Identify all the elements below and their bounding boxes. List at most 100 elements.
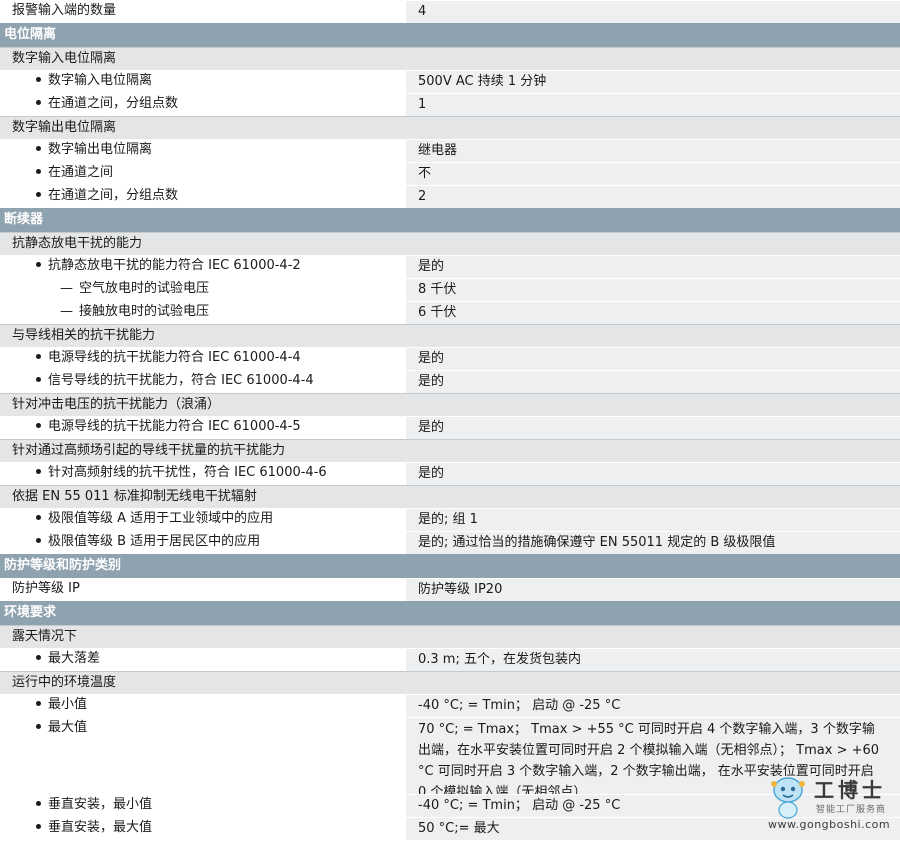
spec-label: 数字输出电位隔离 [0,139,406,162]
spec-label: 垂直安装，最小值 [0,794,406,817]
spec-label-text: 依据 EN 55 011 标准抑制无线电干扰辐射 [12,489,257,504]
spec-row: — 空气放电时的试验电压 8 千伏 [0,278,900,301]
subsection-header: 针对通过高频场引起的导线干扰量的抗干扰能力 [0,439,900,462]
spec-label: 运行中的环境温度 [0,672,406,694]
spec-row: 电源导线的抗干扰能力符合 IEC 61000-4-5 是的 [0,416,900,439]
spec-row: — 接触放电时的试验电压 6 千伏 [0,301,900,324]
bullet-icon [36,655,41,660]
spec-label: 极限值等级 A 适用于工业领域中的应用 [0,508,406,531]
subsection-header: 数字输入电位隔离 [0,47,900,70]
spec-label-text: 极限值等级 B 适用于居民区中的应用 [48,534,261,549]
section-header: 断续器 [0,208,900,232]
spec-label: 露天情况下 [0,626,406,648]
spec-label-text: 电位隔离 [4,27,57,42]
subsection-header: 与导线相关的抗干扰能力 [0,324,900,347]
spec-label-text: 抗静态放电干扰的能力符合 IEC 61000-4-2 [48,258,301,273]
bullet-icon [36,377,41,382]
spec-label: 数字输出电位隔离 [0,117,406,139]
spec-label: 极限值等级 B 适用于居民区中的应用 [0,531,406,554]
spec-value: 是的; 组 1 [406,508,900,531]
bullet-icon [36,469,41,474]
bullet-icon [36,515,41,520]
bullet-icon [36,824,41,829]
spec-row: 针对高频射线的抗干扰性，符合 IEC 61000-4-6 是的 [0,462,900,485]
spec-label: 最大值 [0,717,406,794]
bullet-icon [36,100,41,105]
spec-label: 依据 EN 55 011 标准抑制无线电干扰辐射 [0,486,406,508]
spec-label-text: 最大落差 [48,651,101,666]
spec-label: 电源导线的抗干扰能力符合 IEC 61000-4-4 [0,347,406,370]
spec-label-text: 数字输出电位隔离 [12,120,117,135]
spec-table: 报警输入端的数量 4 电位隔离 数字输入电位隔离 数字输入电位隔离 500V AC 持续 … [0,0,900,840]
spec-label-text: 数字输出电位隔离 [48,142,153,157]
spec-label-text: 最大值 [48,720,88,735]
spec-label: 信号导线的抗干扰能力，符合 IEC 61000-4-4 [0,370,406,393]
spec-label: — 空气放电时的试验电压 [0,278,406,301]
spec-row: 在通道之间 不 [0,162,900,185]
spec-label: 环境要求 [0,601,900,625]
spec-value: 继电器 [406,139,900,162]
bullet-icon [36,801,41,806]
subsection-header: 抗静态放电干扰的能力 [0,232,900,255]
spec-label-text: 在通道之间，分组点数 [48,188,179,203]
spec-value: 0.3 m; 五个，在发货包装内 [406,648,900,671]
spec-label: 针对通过高频场引起的导线干扰量的抗干扰能力 [0,440,406,462]
spec-label-text: 空气放电时的试验电压 [79,281,210,296]
bullet-icon [36,354,41,359]
section-header: 电位隔离 [0,23,900,47]
spec-value: 是的 [406,416,900,439]
spec-label-text: 环境要求 [4,605,57,620]
spec-row: 数字输入电位隔离 500V AC 持续 1 分钟 [0,70,900,93]
subsection-header: 数字输出电位隔离 [0,116,900,139]
spec-label-text: 与导线相关的抗干扰能力 [12,328,156,343]
bullet-icon [36,423,41,428]
spec-value: 不 [406,162,900,185]
watermark-subtitle: 智能工厂服务商 [816,805,887,815]
spec-label-text: 断续器 [4,212,44,227]
spec-value: 是的 [406,462,900,485]
spec-value: 是的 [406,347,900,370]
spec-value: 500V AC 持续 1 分钟 [406,70,900,93]
spec-value: 2 [406,185,900,208]
spec-label-text: 在通道之间 [48,165,114,180]
spec-row: 信号导线的抗干扰能力，符合 IEC 61000-4-4 是的 [0,370,900,393]
spec-label-text: 信号导线的抗干扰能力，符合 IEC 61000-4-4 [48,373,314,388]
spec-label: 数字输入电位隔离 [0,70,406,93]
spec-value: 是的; 通过恰当的措施确保遵守 EN 55011 规定的 B 级极限值 [406,531,900,554]
spec-label-text: 接触放电时的试验电压 [79,304,210,319]
spec-label: 针对冲击电压的抗干扰能力（浪涌） [0,394,406,416]
bullet-icon [36,724,41,729]
spec-row: 数字输出电位隔离 继电器 [0,139,900,162]
spec-label: 在通道之间 [0,162,406,185]
section-header: 环境要求 [0,601,900,625]
spec-label-text: 垂直安装，最小值 [48,797,153,812]
spec-label: 防护等级 IP [0,578,406,601]
spec-value: 4 [406,0,900,23]
spec-value: -40 °C; = Tmin； 启动 @ -25 °C [406,694,900,717]
spec-value: 1 [406,93,900,116]
spec-row: 在通道之间，分组点数 1 [0,93,900,116]
spec-label-text: 报警输入端的数量 [12,3,117,18]
spec-label: 抗静态放电干扰的能力符合 IEC 61000-4-2 [0,255,406,278]
bullet-icon [36,169,41,174]
spec-label: 断续器 [0,208,900,232]
spec-label-text: 最小值 [48,697,88,712]
spec-label-text: 数字输入电位隔离 [48,73,153,88]
spec-label-text: 针对冲击电压的抗干扰能力（浪涌） [12,397,221,412]
section-header: 防护等级和防护类别 [0,554,900,578]
spec-label: 最大落差 [0,648,406,671]
spec-label-text: 电源导线的抗干扰能力符合 IEC 61000-4-4 [48,350,301,365]
bullet-icon [36,262,41,267]
subsection-header: 依据 EN 55 011 标准抑制无线电干扰辐射 [0,485,900,508]
spec-label: 数字输入电位隔离 [0,48,406,70]
subsection-header: 露天情况下 [0,625,900,648]
watermark: 工博士 智能工厂服务商 www.gongboshi.com [762,772,898,832]
spec-label: 在通道之间，分组点数 [0,185,406,208]
spec-label-text: 极限值等级 A 适用于工业领域中的应用 [48,511,274,526]
spec-label-text: 针对通过高频场引起的导线干扰量的抗干扰能力 [12,443,286,458]
spec-label-text: 防护等级和防护类别 [4,558,122,573]
spec-label: 抗静态放电干扰的能力 [0,233,406,255]
spec-label-text: 防护等级 IP [12,581,80,596]
spec-label: 与导线相关的抗干扰能力 [0,325,406,347]
bullet-icon [36,146,41,151]
